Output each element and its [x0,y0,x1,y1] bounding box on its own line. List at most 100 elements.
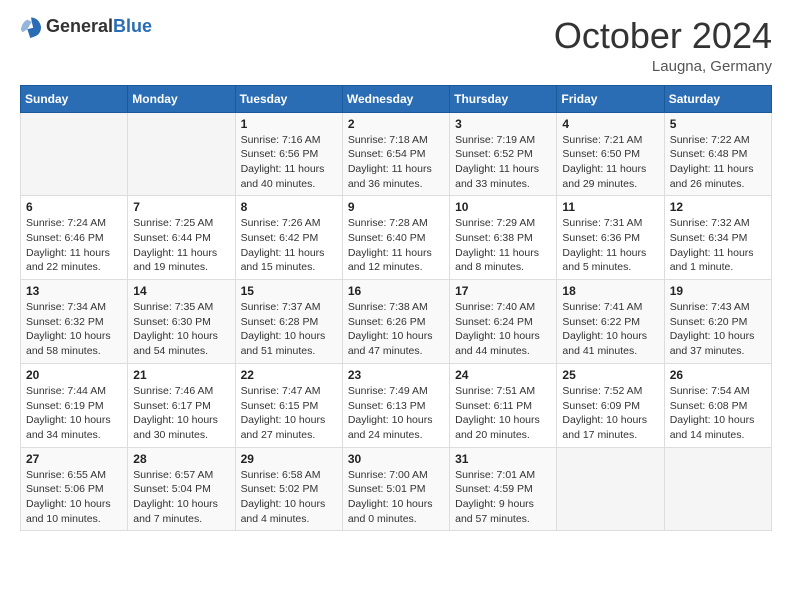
column-header-monday: Monday [128,85,235,112]
cell-info: Sunrise: 7:24 AMSunset: 6:46 PMDaylight:… [26,216,122,275]
cell-info: Sunrise: 6:55 AMSunset: 5:06 PMDaylight:… [26,468,122,527]
calendar-cell: 2Sunrise: 7:18 AMSunset: 6:54 PMDaylight… [342,112,449,196]
calendar-cell: 17Sunrise: 7:40 AMSunset: 6:24 PMDayligh… [450,280,557,364]
cell-day-number: 15 [241,284,337,298]
column-header-thursday: Thursday [450,85,557,112]
calendar-cell: 1 Sunrise: 7:16 AMSunset: 6:56 PMDaylight… [235,112,342,196]
cell-info: Sunrise: 7:38 AMSunset: 6:26 PMDaylight:… [348,300,444,359]
cell-info: Sunrise: 7:47 AMSunset: 6:15 PMDaylight:… [241,384,337,443]
cell-info: Sunrise: 7:46 AMSunset: 6:17 PMDaylight:… [133,384,229,443]
cell-info: Sunrise: 7:16 AMSunset: 6:56 PMDaylight:… [241,133,337,192]
cell-info: Sunrise: 7:35 AMSunset: 6:30 PMDaylight:… [133,300,229,359]
cell-day-number: 31 [455,452,551,466]
cell-info: Sunrise: 7:21 AMSunset: 6:50 PMDaylight:… [562,133,658,192]
cell-day-number: 5 [670,117,766,131]
calendar-cell: 3 Sunrise: 7:19 AMSunset: 6:52 PMDaylight… [450,112,557,196]
column-header-tuesday: Tuesday [235,85,342,112]
logo-general: General [46,16,113,36]
calendar-cell: 20 Sunrise: 7:44 AMSunset: 6:19 PMDayligh… [21,363,128,447]
calendar-cell: 16 Sunrise: 7:38 AMSunset: 6:26 PMDayligh… [342,280,449,364]
calendar-cell: 4 Sunrise: 7:21 AMSunset: 6:50 PMDaylight… [557,112,664,196]
logo: GeneralBlue [20,16,152,38]
cell-day-number: 26 [670,368,766,382]
calendar-cell: 13Sunrise: 7:34 AMSunset: 6:32 PMDayligh… [21,280,128,364]
calendar-week-row: 20 Sunrise: 7:44 AMSunset: 6:19 PMDayligh… [21,363,772,447]
cell-info: Sunrise: 7:51 AMSunset: 6:11 PMDaylight:… [455,384,551,443]
cell-day-number: 14 [133,284,229,298]
cell-day-number: 24 [455,368,551,382]
calendar-cell: 21 Sunrise: 7:46 AMSunset: 6:17 PMDayligh… [128,363,235,447]
cell-info: Sunrise: 7:34 AMSunset: 6:32 PMDaylight:… [26,300,122,359]
cell-day-number: 20 [26,368,122,382]
calendar-table: SundayMondayTuesdayWednesdayThursdayFrid… [20,85,772,532]
cell-info: Sunrise: 7:25 AMSunset: 6:44 PMDaylight:… [133,216,229,275]
cell-day-number: 3 [455,117,551,131]
cell-day-number: 19 [670,284,766,298]
calendar-week-row: 13Sunrise: 7:34 AMSunset: 6:32 PMDayligh… [21,280,772,364]
cell-info: Sunrise: 7:44 AMSunset: 6:19 PMDaylight:… [26,384,122,443]
title-block: October 2024 Laugna, Germany [554,16,772,75]
calendar-cell: 7 Sunrise: 7:25 AMSunset: 6:44 PMDaylight… [128,196,235,280]
column-header-wednesday: Wednesday [342,85,449,112]
cell-day-number: 22 [241,368,337,382]
calendar-cell: 29Sunrise: 6:58 AMSunset: 5:02 PMDayligh… [235,447,342,531]
location-title: Laugna, Germany [554,58,772,75]
calendar-cell: 24 Sunrise: 7:51 AMSunset: 6:11 PMDayligh… [450,363,557,447]
cell-info: Sunrise: 7:52 AMSunset: 6:09 PMDaylight:… [562,384,658,443]
cell-day-number: 11 [562,200,658,214]
calendar-cell: 19 Sunrise: 7:43 AMSunset: 6:20 PMDayligh… [664,280,771,364]
calendar-week-row: 27 Sunrise: 6:55 AMSunset: 5:06 PMDayligh… [21,447,772,531]
calendar-week-row: 1 Sunrise: 7:16 AMSunset: 6:56 PMDaylight… [21,112,772,196]
cell-info: Sunrise: 7:18 AMSunset: 6:54 PMDaylight:… [348,133,444,192]
cell-day-number: 8 [241,200,337,214]
cell-info: Sunrise: 7:29 AMSunset: 6:38 PMDaylight:… [455,216,551,275]
cell-info: Sunrise: 6:57 AMSunset: 5:04 PMDaylight:… [133,468,229,527]
calendar-cell: 18Sunrise: 7:41 AMSunset: 6:22 PMDayligh… [557,280,664,364]
cell-day-number: 25 [562,368,658,382]
cell-info: Sunrise: 7:19 AMSunset: 6:52 PMDaylight:… [455,133,551,192]
calendar-cell [557,447,664,531]
calendar-cell: 15 Sunrise: 7:37 AMSunset: 6:28 PMDayligh… [235,280,342,364]
cell-day-number: 17 [455,284,551,298]
calendar-cell: 9Sunrise: 7:28 AMSunset: 6:40 PMDaylight… [342,196,449,280]
calendar-cell: 26 Sunrise: 7:54 AMSunset: 6:08 PMDayligh… [664,363,771,447]
cell-info: Sunrise: 7:37 AMSunset: 6:28 PMDaylight:… [241,300,337,359]
cell-day-number: 16 [348,284,444,298]
cell-day-number: 10 [455,200,551,214]
cell-day-number: 18 [562,284,658,298]
column-header-saturday: Saturday [664,85,771,112]
cell-day-number: 29 [241,452,337,466]
logo-blue: Blue [113,16,152,36]
calendar-cell [128,112,235,196]
calendar-body: 1 Sunrise: 7:16 AMSunset: 6:56 PMDaylight… [21,112,772,531]
cell-day-number: 23 [348,368,444,382]
cell-info: Sunrise: 7:01 AMSunset: 4:59 PMDaylight:… [455,468,551,527]
calendar-cell: 14 Sunrise: 7:35 AMSunset: 6:30 PMDayligh… [128,280,235,364]
calendar-cell: 28 Sunrise: 6:57 AMSunset: 5:04 PMDayligh… [128,447,235,531]
cell-info: Sunrise: 7:43 AMSunset: 6:20 PMDaylight:… [670,300,766,359]
calendar-cell: 8 Sunrise: 7:26 AMSunset: 6:42 PMDaylight… [235,196,342,280]
cell-info: Sunrise: 7:26 AMSunset: 6:42 PMDaylight:… [241,216,337,275]
cell-day-number: 21 [133,368,229,382]
cell-day-number: 7 [133,200,229,214]
calendar-cell: 10 Sunrise: 7:29 AMSunset: 6:38 PMDayligh… [450,196,557,280]
calendar-cell [664,447,771,531]
cell-info: Sunrise: 7:31 AMSunset: 6:36 PMDaylight:… [562,216,658,275]
cell-day-number: 1 [241,117,337,131]
calendar-cell [21,112,128,196]
calendar-cell: 11 Sunrise: 7:31 AMSunset: 6:36 PMDayligh… [557,196,664,280]
cell-info: Sunrise: 7:32 AMSunset: 6:34 PMDaylight:… [670,216,766,275]
calendar-cell: 12Sunrise: 7:32 AMSunset: 6:34 PMDayligh… [664,196,771,280]
logo-icon [20,16,42,38]
cell-day-number: 27 [26,452,122,466]
cell-day-number: 4 [562,117,658,131]
column-header-sunday: Sunday [21,85,128,112]
calendar-cell: 22 Sunrise: 7:47 AMSunset: 6:15 PMDayligh… [235,363,342,447]
calendar-cell: 31 Sunrise: 7:01 AMSunset: 4:59 PMDayligh… [450,447,557,531]
cell-day-number: 28 [133,452,229,466]
calendar-cell: 5Sunrise: 7:22 AMSunset: 6:48 PMDaylight… [664,112,771,196]
calendar-cell: 23Sunrise: 7:49 AMSunset: 6:13 PMDayligh… [342,363,449,447]
calendar-cell: 6Sunrise: 7:24 AMSunset: 6:46 PMDaylight… [21,196,128,280]
cell-info: Sunrise: 7:54 AMSunset: 6:08 PMDaylight:… [670,384,766,443]
calendar-cell: 30Sunrise: 7:00 AMSunset: 5:01 PMDayligh… [342,447,449,531]
